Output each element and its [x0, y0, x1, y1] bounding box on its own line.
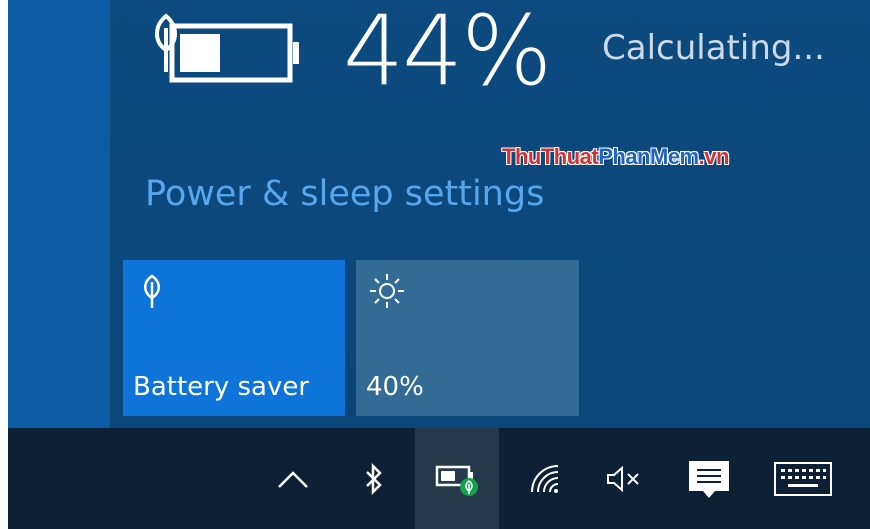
battery-saver-tray-icon	[435, 465, 478, 496]
network-button[interactable]	[520, 428, 568, 529]
watermark-part-3: .vn	[698, 144, 730, 169]
action-center-icon	[689, 460, 729, 498]
battery-saver-tile[interactable]: Battery saver	[123, 260, 345, 416]
taskbar	[8, 428, 870, 529]
watermark-part-2: PhanMem	[598, 144, 699, 169]
leaf-icon	[144, 274, 160, 308]
battery-percentage: 44%	[343, 0, 552, 107]
chevron-up-icon	[278, 470, 308, 488]
bluetooth-icon	[366, 462, 382, 495]
wifi-icon	[531, 464, 559, 493]
watermark-logo: ThuThuatPhanMem.vn	[502, 144, 729, 170]
touch-keyboard-button[interactable]	[766, 428, 840, 529]
battery-icon	[155, 13, 299, 83]
brightness-value: 40%	[366, 372, 424, 402]
volume-button[interactable]	[600, 428, 648, 529]
desktop-background	[8, 0, 110, 428]
touch-keyboard-icon	[774, 461, 832, 496]
action-center-button[interactable]	[680, 428, 738, 529]
battery-tray-button[interactable]	[415, 428, 499, 529]
brightness-icon	[370, 274, 404, 308]
power-sleep-settings-link[interactable]: Power & sleep settings	[145, 172, 544, 216]
battery-time-remaining: Calculating...	[602, 28, 825, 68]
battery-saver-label: Battery saver	[133, 372, 310, 402]
brightness-tile[interactable]: 40%	[356, 260, 579, 416]
bluetooth-button[interactable]	[352, 428, 396, 529]
show-hidden-icons-button[interactable]	[270, 428, 316, 529]
volume-muted-icon	[607, 465, 639, 492]
watermark-part-1: ThuThuat	[502, 144, 599, 169]
